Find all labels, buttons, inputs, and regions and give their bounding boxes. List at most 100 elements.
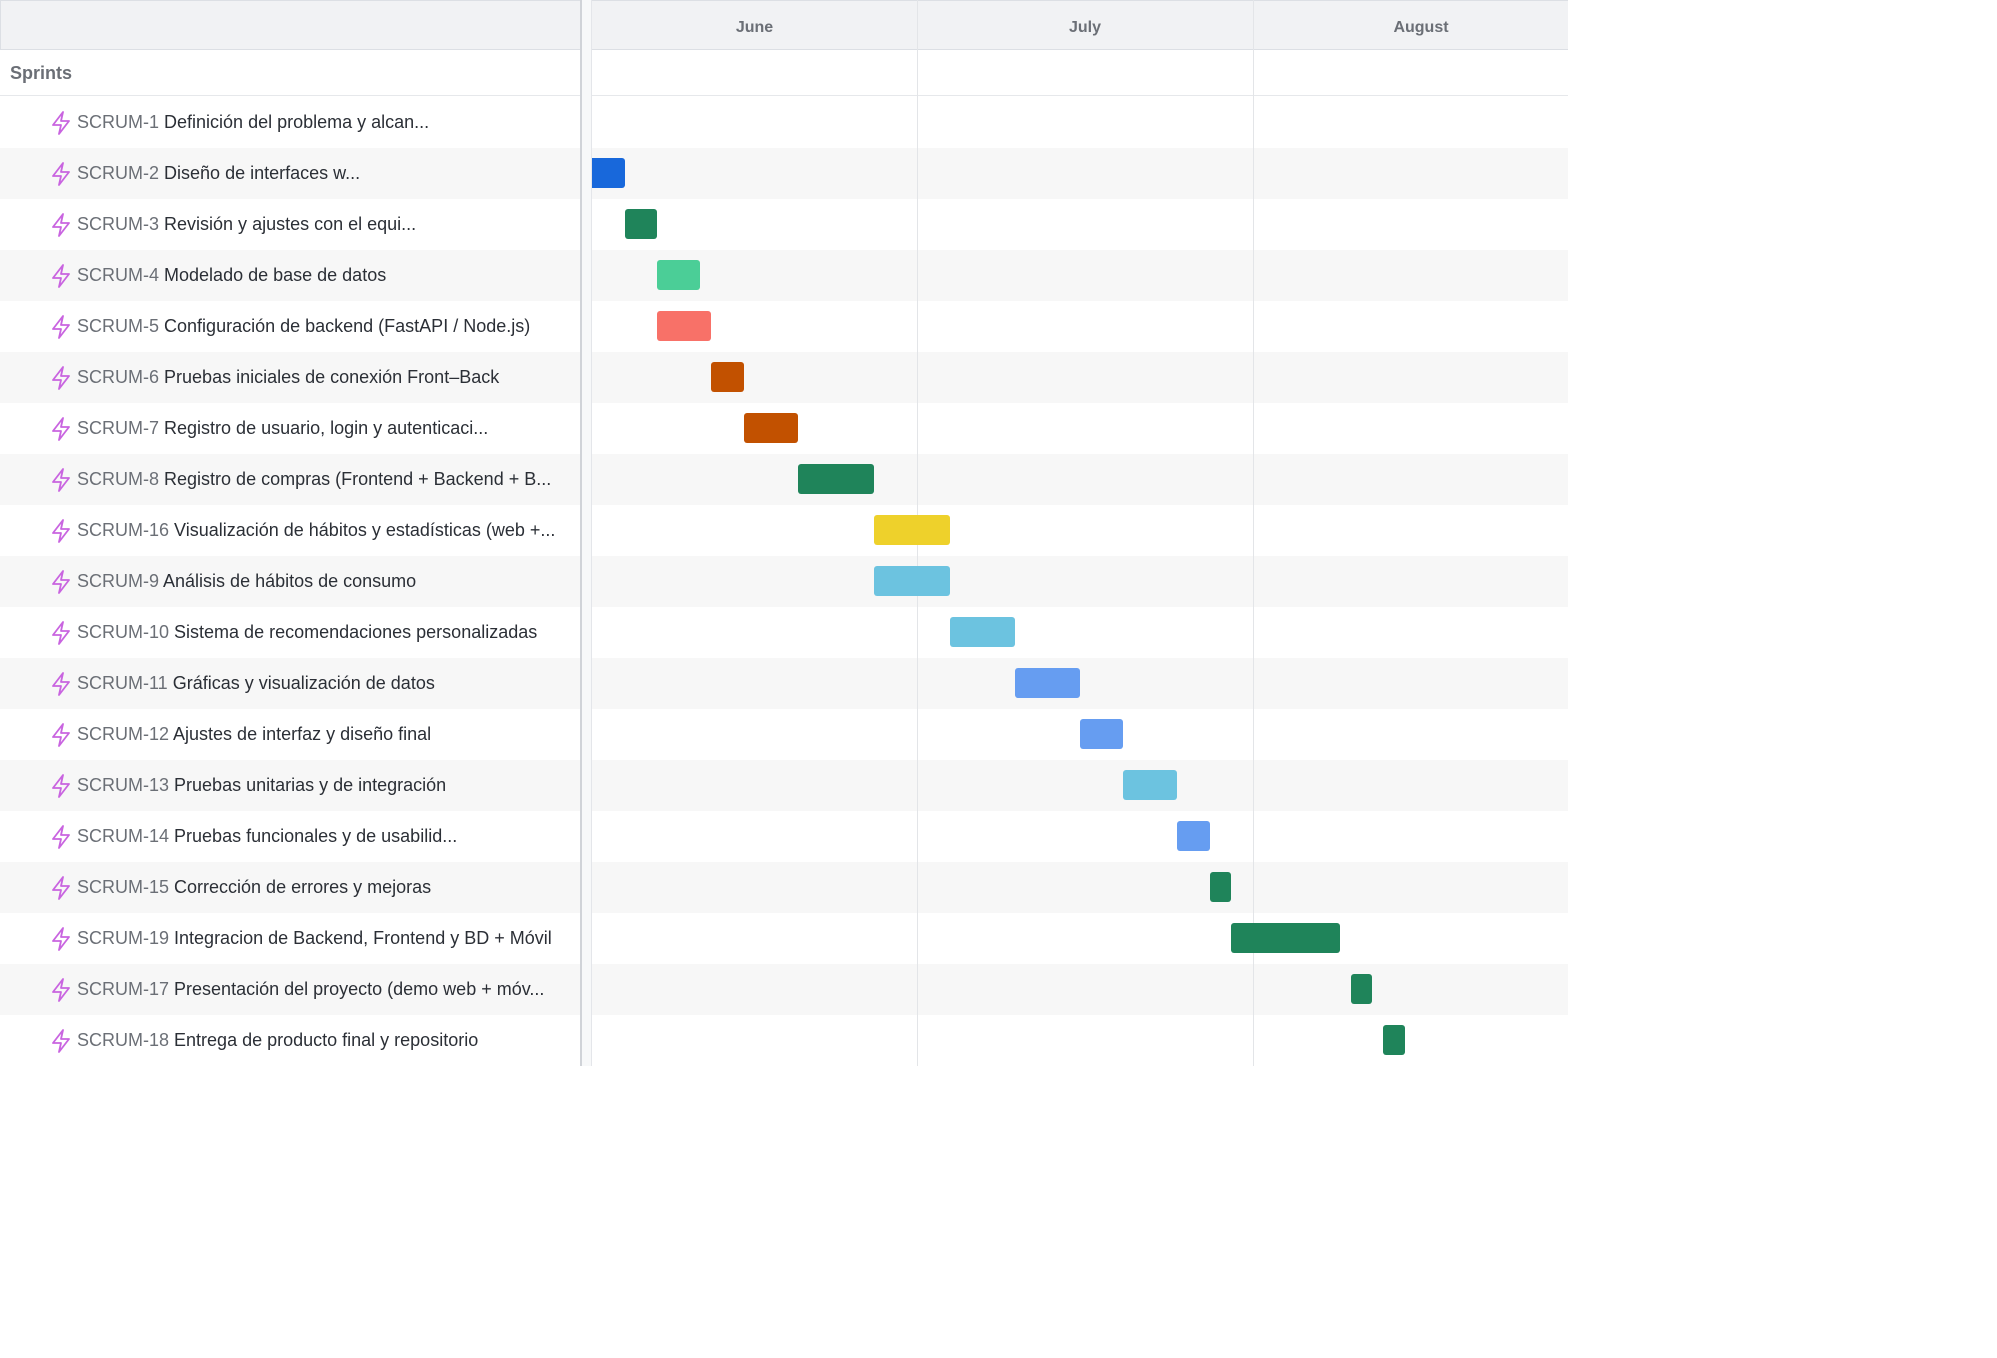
issue-row-label: SCRUM-7 Registro de usuario, login y aut… [0,403,580,454]
issue-title[interactable]: Visualización de hábitos y estadísticas … [174,520,555,540]
gantt-bar[interactable] [797,464,874,494]
gantt-bar[interactable] [1079,719,1124,749]
issue-row[interactable]: SCRUM-4 Modelado de base de datos [0,250,1568,301]
issue-title[interactable]: Análisis de hábitos de consumo [163,571,416,591]
issue-key[interactable]: SCRUM-18 [77,1030,169,1050]
issue-key[interactable]: SCRUM-14 [77,826,169,846]
issue-key[interactable]: SCRUM-6 [77,367,159,387]
issue-key[interactable]: SCRUM-11 [77,673,168,693]
issue-title[interactable]: Pruebas funcionales y de usabilid... [174,826,457,846]
gantt-bar[interactable] [1231,923,1340,953]
issue-title[interactable]: Configuración de backend (FastAPI / Node… [164,316,530,336]
issue-row[interactable]: SCRUM-19 Integracion de Backend, Fronten… [0,913,1568,964]
issue-row[interactable]: SCRUM-2 Diseño de interfaces w... [0,148,1568,199]
issue-title[interactable]: Pruebas unitarias y de integración [174,775,446,795]
epic-lightning-icon [52,927,70,951]
issue-key[interactable]: SCRUM-7 [77,418,159,438]
gantt-bar[interactable] [1123,770,1178,800]
issue-key[interactable]: SCRUM-2 [77,163,159,183]
issue-summary: SCRUM-19 Integracion de Backend, Fronten… [77,927,552,949]
issue-title[interactable]: Modelado de base de datos [164,265,386,285]
epic-lightning-icon [52,468,70,492]
issue-row[interactable]: SCRUM-3 Revisión y ajustes con el equi..… [0,199,1568,250]
issue-summary: SCRUM-7 Registro de usuario, login y aut… [77,417,488,439]
issue-row[interactable]: SCRUM-13 Pruebas unitarias y de integrac… [0,760,1568,811]
issue-key[interactable]: SCRUM-16 [77,520,169,540]
issue-title[interactable]: Corrección de errores y mejoras [174,877,431,897]
issue-title[interactable]: Registro de compras (Frontend + Backend … [164,469,551,489]
issue-key[interactable]: SCRUM-5 [77,316,159,336]
issue-row-label: SCRUM-16 Visualización de hábitos y esta… [0,505,580,556]
issue-summary: SCRUM-15 Corrección de errores y mejoras [77,876,431,898]
gantt-bar[interactable] [1383,1025,1405,1055]
epic-lightning-icon [52,417,70,441]
issue-title[interactable]: Definición del problema y alcan... [164,112,429,132]
issue-summary: SCRUM-8 Registro de compras (Frontend + … [77,468,551,490]
gantt-bar[interactable] [1209,872,1232,902]
issue-row-label: SCRUM-15 Corrección de errores y mejoras [0,862,580,913]
gantt-bar[interactable] [1014,668,1080,698]
issue-row[interactable]: SCRUM-17 Presentación del proyecto (demo… [0,964,1568,1015]
issue-key[interactable]: SCRUM-3 [77,214,159,234]
issue-row[interactable]: SCRUM-15 Corrección de errores y mejoras [0,862,1568,913]
issue-row[interactable]: SCRUM-12 Ajustes de interfaz y diseño fi… [0,709,1568,760]
issue-title[interactable]: Sistema de recomendaciones personalizada… [174,622,537,642]
issue-summary: SCRUM-18 Entrega de producto final y rep… [77,1029,478,1051]
issue-key[interactable]: SCRUM-12 [77,724,169,744]
issue-title[interactable]: Diseño de interfaces w... [164,163,360,183]
issue-key[interactable]: SCRUM-1 [77,112,159,132]
issue-title[interactable]: Pruebas iniciales de conexión Front–Back [164,367,499,387]
section-sprints[interactable]: Sprints [0,50,1568,96]
issue-summary: SCRUM-11 Gráficas y visualización de dat… [77,672,435,694]
gantt-bar[interactable] [873,566,950,596]
gantt-bar[interactable] [873,515,950,545]
issue-row[interactable]: SCRUM-9 Análisis de hábitos de consumo [0,556,1568,607]
issue-key[interactable]: SCRUM-4 [77,265,159,285]
epic-lightning-icon [52,264,70,288]
issue-title[interactable]: Ajustes de interfaz y diseño final [173,724,431,744]
issue-title[interactable]: Registro de usuario, login y autenticaci… [164,418,488,438]
issue-row[interactable]: SCRUM-5 Configuración de backend (FastAP… [0,301,1568,352]
issue-key[interactable]: SCRUM-8 [77,469,159,489]
issue-row[interactable]: SCRUM-18 Entrega de producto final y rep… [0,1015,1568,1066]
gantt-bar[interactable] [657,311,712,341]
issue-key[interactable]: SCRUM-10 [77,622,169,642]
issue-row-label: SCRUM-10 Sistema de recomendaciones pers… [0,607,580,658]
epic-lightning-icon [52,723,70,747]
issue-row[interactable]: SCRUM-14 Pruebas funcionales y de usabil… [0,811,1568,862]
issue-key[interactable]: SCRUM-17 [77,979,169,999]
issue-key[interactable]: SCRUM-15 [77,877,169,897]
issue-title[interactable]: Gráficas y visualización de datos [173,673,435,693]
issue-row[interactable]: SCRUM-6 Pruebas iniciales de conexión Fr… [0,352,1568,403]
issue-title[interactable]: Integracion de Backend, Frontend y BD + … [174,928,552,948]
gantt-bar[interactable] [743,413,798,443]
issue-row-label: SCRUM-17 Presentación del proyecto (demo… [0,964,580,1015]
gantt-bar[interactable] [1350,974,1373,1004]
timeline-view: June July August Sprints SCRUM-1 Definic… [0,0,1568,1066]
section-title: Sprints [10,63,73,83]
gantt-bar[interactable] [949,617,1015,647]
issue-key[interactable]: SCRUM-19 [77,928,169,948]
issue-row[interactable]: SCRUM-7 Registro de usuario, login y aut… [0,403,1568,454]
gantt-bar[interactable] [657,260,701,290]
issue-row[interactable]: SCRUM-16 Visualización de hábitos y esta… [0,505,1568,556]
issue-title[interactable]: Presentación del proyecto (demo web + mó… [174,979,544,999]
issue-title[interactable]: Revisión y ajustes con el equi... [164,214,416,234]
gantt-bar[interactable] [1177,821,1210,851]
issue-row[interactable]: SCRUM-10 Sistema de recomendaciones pers… [0,607,1568,658]
issue-row-label: SCRUM-13 Pruebas unitarias y de integrac… [0,760,580,811]
issue-row-label: SCRUM-5 Configuración de backend (FastAP… [0,301,580,352]
issue-key[interactable]: SCRUM-9 [77,571,159,591]
gantt-bar[interactable] [624,209,658,239]
issue-row[interactable]: SCRUM-11 Gráficas y visualización de dat… [0,658,1568,709]
month-august: August [1393,19,1449,36]
issue-title[interactable]: Entrega de producto final y repositorio [174,1030,478,1050]
issue-row[interactable]: SCRUM-1 Definición del problema y alcan.… [0,97,1568,148]
issue-row[interactable]: SCRUM-8 Registro de compras (Frontend + … [0,454,1568,505]
issue-summary: SCRUM-1 Definición del problema y alcan.… [77,111,429,133]
gantt-bar[interactable] [711,362,744,392]
issue-key[interactable]: SCRUM-13 [77,775,169,795]
panel-resize-handle[interactable] [580,0,592,1066]
issue-row-label: SCRUM-4 Modelado de base de datos [0,250,580,301]
issue-summary: SCRUM-4 Modelado de base de datos [77,264,386,286]
